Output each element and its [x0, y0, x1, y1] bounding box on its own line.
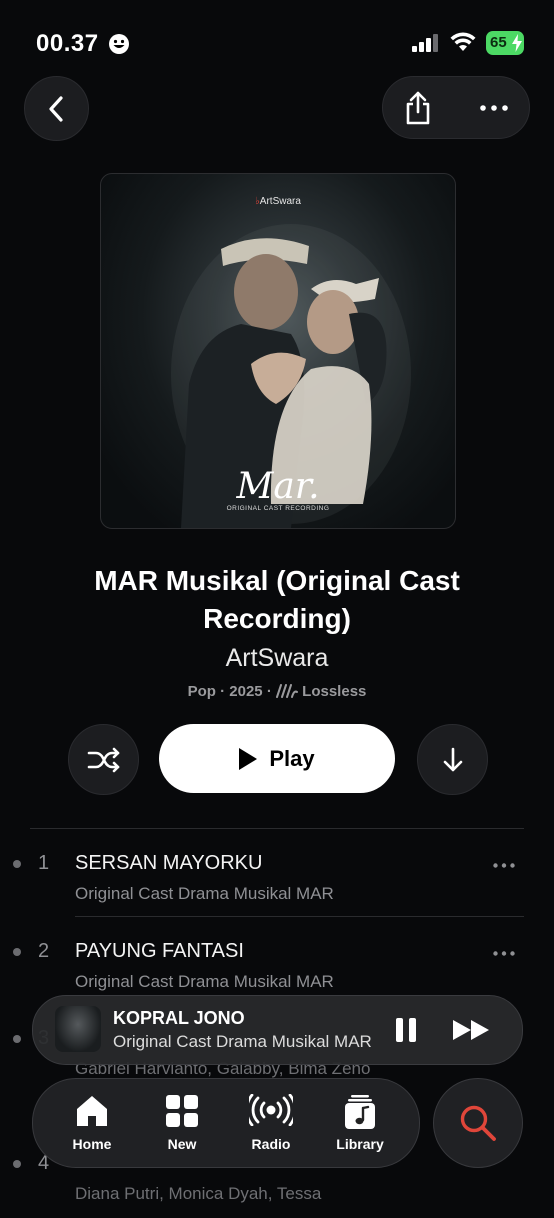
shuffle-icon	[87, 747, 119, 772]
arrow-down-icon	[443, 747, 462, 771]
download-button[interactable]	[417, 724, 488, 795]
track-artists: Original Cast Drama Musikal MAR	[75, 972, 334, 991]
home-icon	[77, 1096, 107, 1126]
top-actions-group	[382, 76, 530, 139]
charging-bolt-icon	[512, 34, 522, 52]
track-dot	[13, 860, 21, 868]
now-playing-artist: Original Cast Drama Musikal MAR	[113, 1032, 372, 1051]
search-icon	[460, 1105, 496, 1141]
album-quality: Lossless	[302, 683, 367, 700]
radio-icon	[249, 1094, 293, 1126]
share-icon	[406, 91, 430, 124]
track-row[interactable]: 1 SERSAN MAYORKU Original Cast Drama Mus…	[0, 830, 554, 918]
now-playing-title: KOPRAL JONO	[113, 1008, 245, 1028]
album-title: MAR Musikal (Original Cast Recording)	[94, 565, 460, 634]
track-artists: Diana Putri, Monica Dyah, Tessa	[75, 1184, 322, 1203]
play-button-label: Play	[269, 745, 315, 771]
cover-title: Mar.	[236, 466, 320, 507]
wifi-icon	[450, 32, 476, 51]
play-icon	[239, 747, 258, 770]
track-number: 1	[38, 852, 50, 874]
more-options-button[interactable]	[459, 77, 529, 138]
divider	[30, 828, 524, 829]
album-artist[interactable]: ArtSwara	[0, 644, 554, 673]
track-title: SERSAN MAYORKU	[75, 852, 263, 874]
track-title: PAYUNG FANTASI	[75, 940, 244, 962]
track-more-icon[interactable]	[493, 863, 515, 868]
tab-home-label: Home	[72, 1136, 112, 1152]
tab-new-label: New	[167, 1136, 197, 1152]
library-icon	[345, 1095, 375, 1129]
tab-bar: Home New Radio Library	[32, 1078, 420, 1168]
track-more-icon[interactable]	[493, 951, 515, 956]
shuffle-button[interactable]	[68, 724, 139, 795]
share-button[interactable]	[383, 77, 453, 138]
search-button[interactable]	[433, 1078, 523, 1168]
album-artwork: ♭ArtSwara Mar. ORIGINAL CAST RECORDING	[100, 173, 456, 529]
track-dot	[13, 948, 21, 956]
smiley-icon	[109, 34, 129, 54]
tab-new[interactable]: New	[137, 1079, 227, 1167]
tab-home[interactable]: Home	[47, 1079, 137, 1167]
track-dot	[13, 1035, 21, 1043]
divider	[75, 916, 524, 917]
now-playing-artwork	[55, 1006, 101, 1052]
mini-player[interactable]: KOPRAL JONO Original Cast Drama Musikal …	[32, 995, 523, 1065]
album-meta: Pop · 2025 · Lossless	[187, 683, 367, 700]
status-time: 00.37	[36, 30, 99, 57]
lossless-icon	[276, 684, 298, 698]
pause-icon[interactable]	[395, 1017, 417, 1043]
tab-library-label: Library	[336, 1136, 384, 1152]
tab-radio[interactable]: Radio	[226, 1079, 316, 1167]
album-year: 2025	[229, 683, 263, 700]
battery-indicator: 65	[486, 31, 524, 55]
tab-radio-label: Radio	[251, 1136, 291, 1152]
play-button[interactable]: Play	[159, 724, 395, 793]
cover-subtitle: ORIGINAL CAST RECORDING	[226, 505, 330, 512]
status-bar: 00.37 65	[0, 0, 554, 80]
ellipsis-icon	[480, 104, 508, 111]
cellular-signal-icon	[412, 34, 438, 52]
track-artists: Original Cast Drama Musikal MAR	[75, 884, 334, 903]
grid-icon	[166, 1095, 198, 1127]
skip-forward-icon[interactable]	[452, 1019, 490, 1041]
chevron-left-icon	[48, 95, 63, 122]
track-row[interactable]: 2 PAYUNG FANTASI Original Cast Drama Mus…	[0, 918, 554, 1006]
album-genre: Pop	[187, 683, 216, 700]
back-button[interactable]	[24, 76, 89, 141]
tab-library[interactable]: Library	[315, 1079, 405, 1167]
track-number: 2	[38, 940, 50, 962]
track-dot	[13, 1160, 21, 1168]
